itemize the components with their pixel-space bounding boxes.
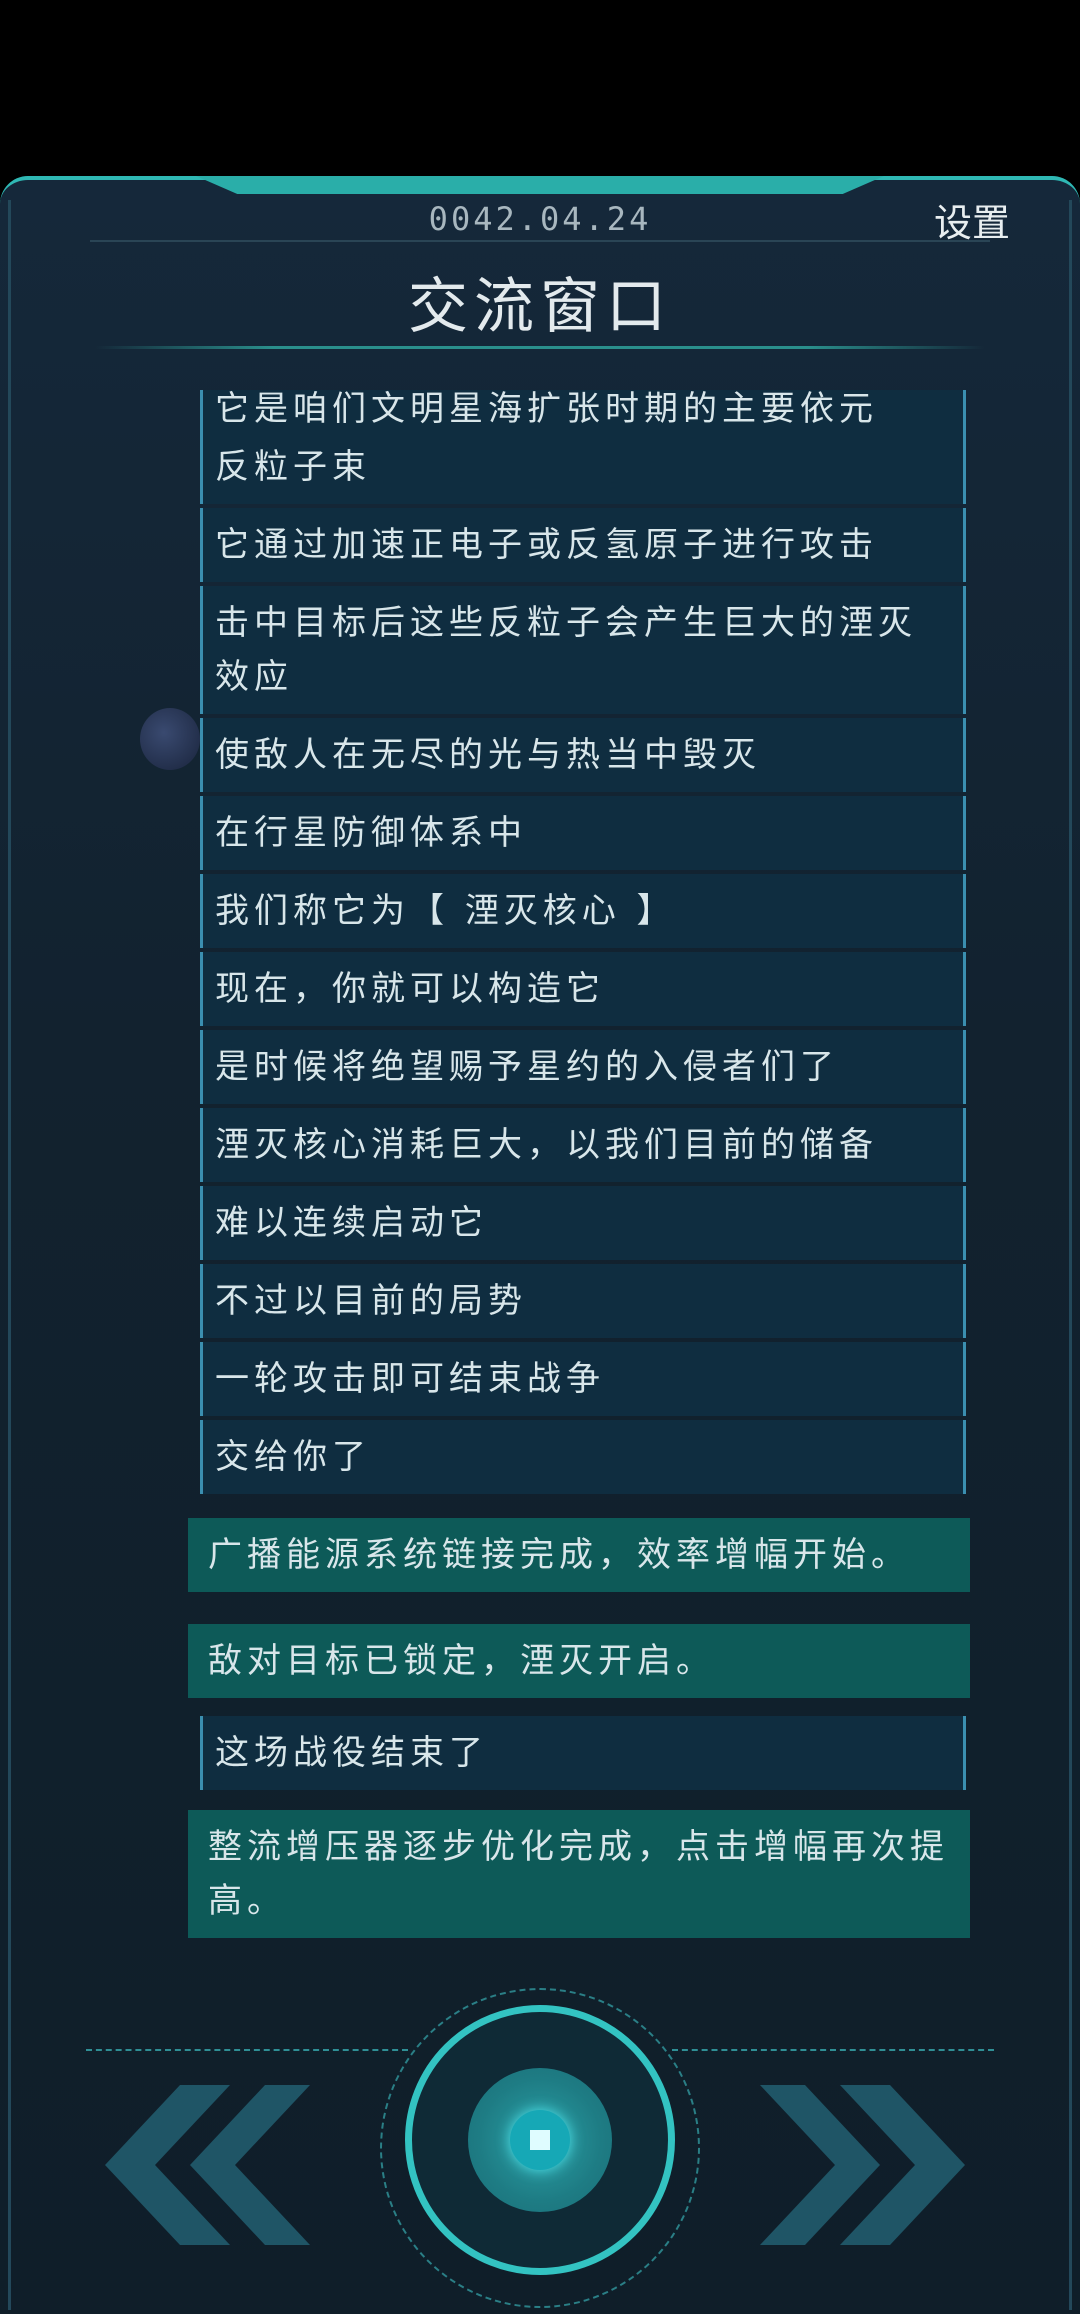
chat-message: 难以连续启动它 xyxy=(200,1186,966,1260)
chat-message: 现在，你就可以构造它 xyxy=(200,952,966,1026)
dashed-divider-left xyxy=(86,2049,408,2051)
chat-log[interactable]: 它是咱们文明星海扩张时期的主要依元 反粒子束 它通过加速正电子或反氢原子进行攻击… xyxy=(0,390,1080,1950)
chat-message: 在行星防御体系中 xyxy=(200,796,966,870)
chat-message: 不过以目前的局势 xyxy=(200,1264,966,1338)
previous-button[interactable] xyxy=(100,2085,310,2245)
page-title: 交流窗口 xyxy=(408,272,672,342)
chat-message: 一轮攻击即可结束战争 xyxy=(200,1342,966,1416)
title-divider xyxy=(95,346,985,349)
system-message: 敌对目标已锁定，湮灭开启。 xyxy=(188,1624,970,1698)
chat-message: 交给你了 xyxy=(200,1420,966,1494)
chat-message: 这场战役结束了 xyxy=(200,1716,966,1790)
core-button-icon xyxy=(510,2110,570,2170)
settings-button[interactable]: 设置 xyxy=(934,192,1010,247)
chat-message: 我们称它为【 湮灭核心 】 xyxy=(200,874,966,948)
chat-message: 击中目标后这些反粒子会产生巨大的湮灭效应 xyxy=(200,586,966,714)
system-message: 广播能源系统链接完成，效率增幅开始。 xyxy=(188,1518,970,1592)
top-notch-decoration xyxy=(196,176,884,194)
chat-message: 反粒子束 xyxy=(200,430,966,504)
game-date: 0042.04.24 xyxy=(428,200,652,238)
chat-message: 它通过加速正电子或反氢原子进行攻击 xyxy=(200,508,966,582)
double-chevron-right-icon xyxy=(760,2085,965,2245)
next-button[interactable] xyxy=(760,2085,970,2245)
core-action-button[interactable] xyxy=(405,2005,675,2275)
chat-message: 湮灭核心消耗巨大，以我们目前的储备 xyxy=(200,1108,966,1182)
dashed-divider-right xyxy=(672,2049,994,2051)
date-divider xyxy=(90,240,990,242)
system-message: 整流增压器逐步优化完成，点击增幅再次提高。 xyxy=(188,1810,970,1938)
chat-message: 是时候将绝望赐予星约的入侵者们了 xyxy=(200,1030,966,1104)
double-chevron-left-icon xyxy=(105,2085,310,2245)
core-square-icon xyxy=(530,2130,550,2150)
chat-message: 使敌人在无尽的光与热当中毁灭 xyxy=(200,718,966,792)
core-button-inner xyxy=(468,2068,612,2212)
